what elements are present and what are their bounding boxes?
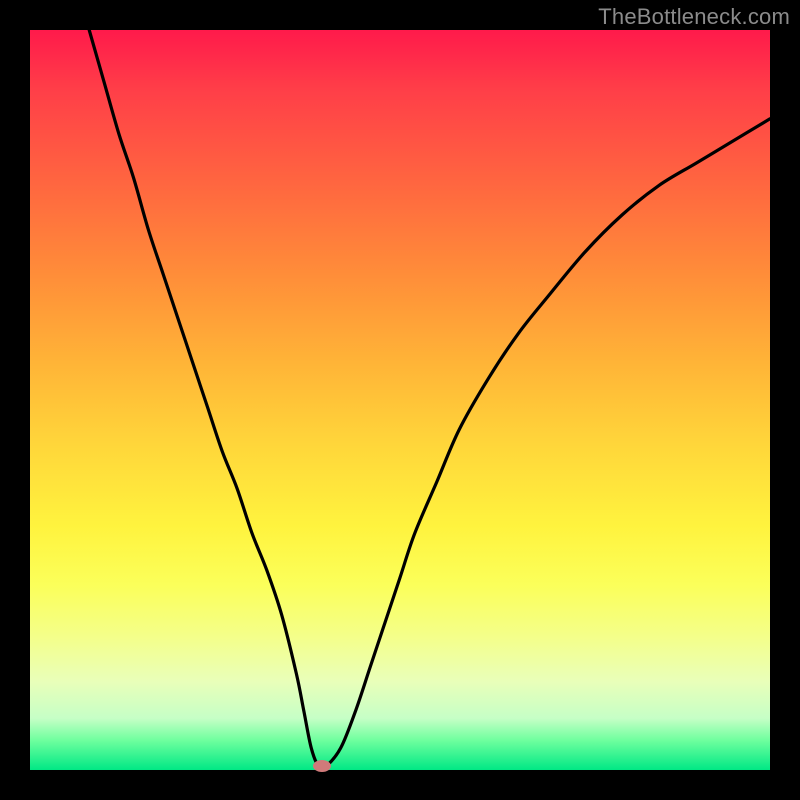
plot-area xyxy=(30,30,770,770)
optimal-point-marker xyxy=(313,760,331,772)
bottleneck-curve xyxy=(89,30,770,769)
watermark-text: TheBottleneck.com xyxy=(598,4,790,30)
chart-frame: TheBottleneck.com xyxy=(0,0,800,800)
curve-svg xyxy=(30,30,770,770)
